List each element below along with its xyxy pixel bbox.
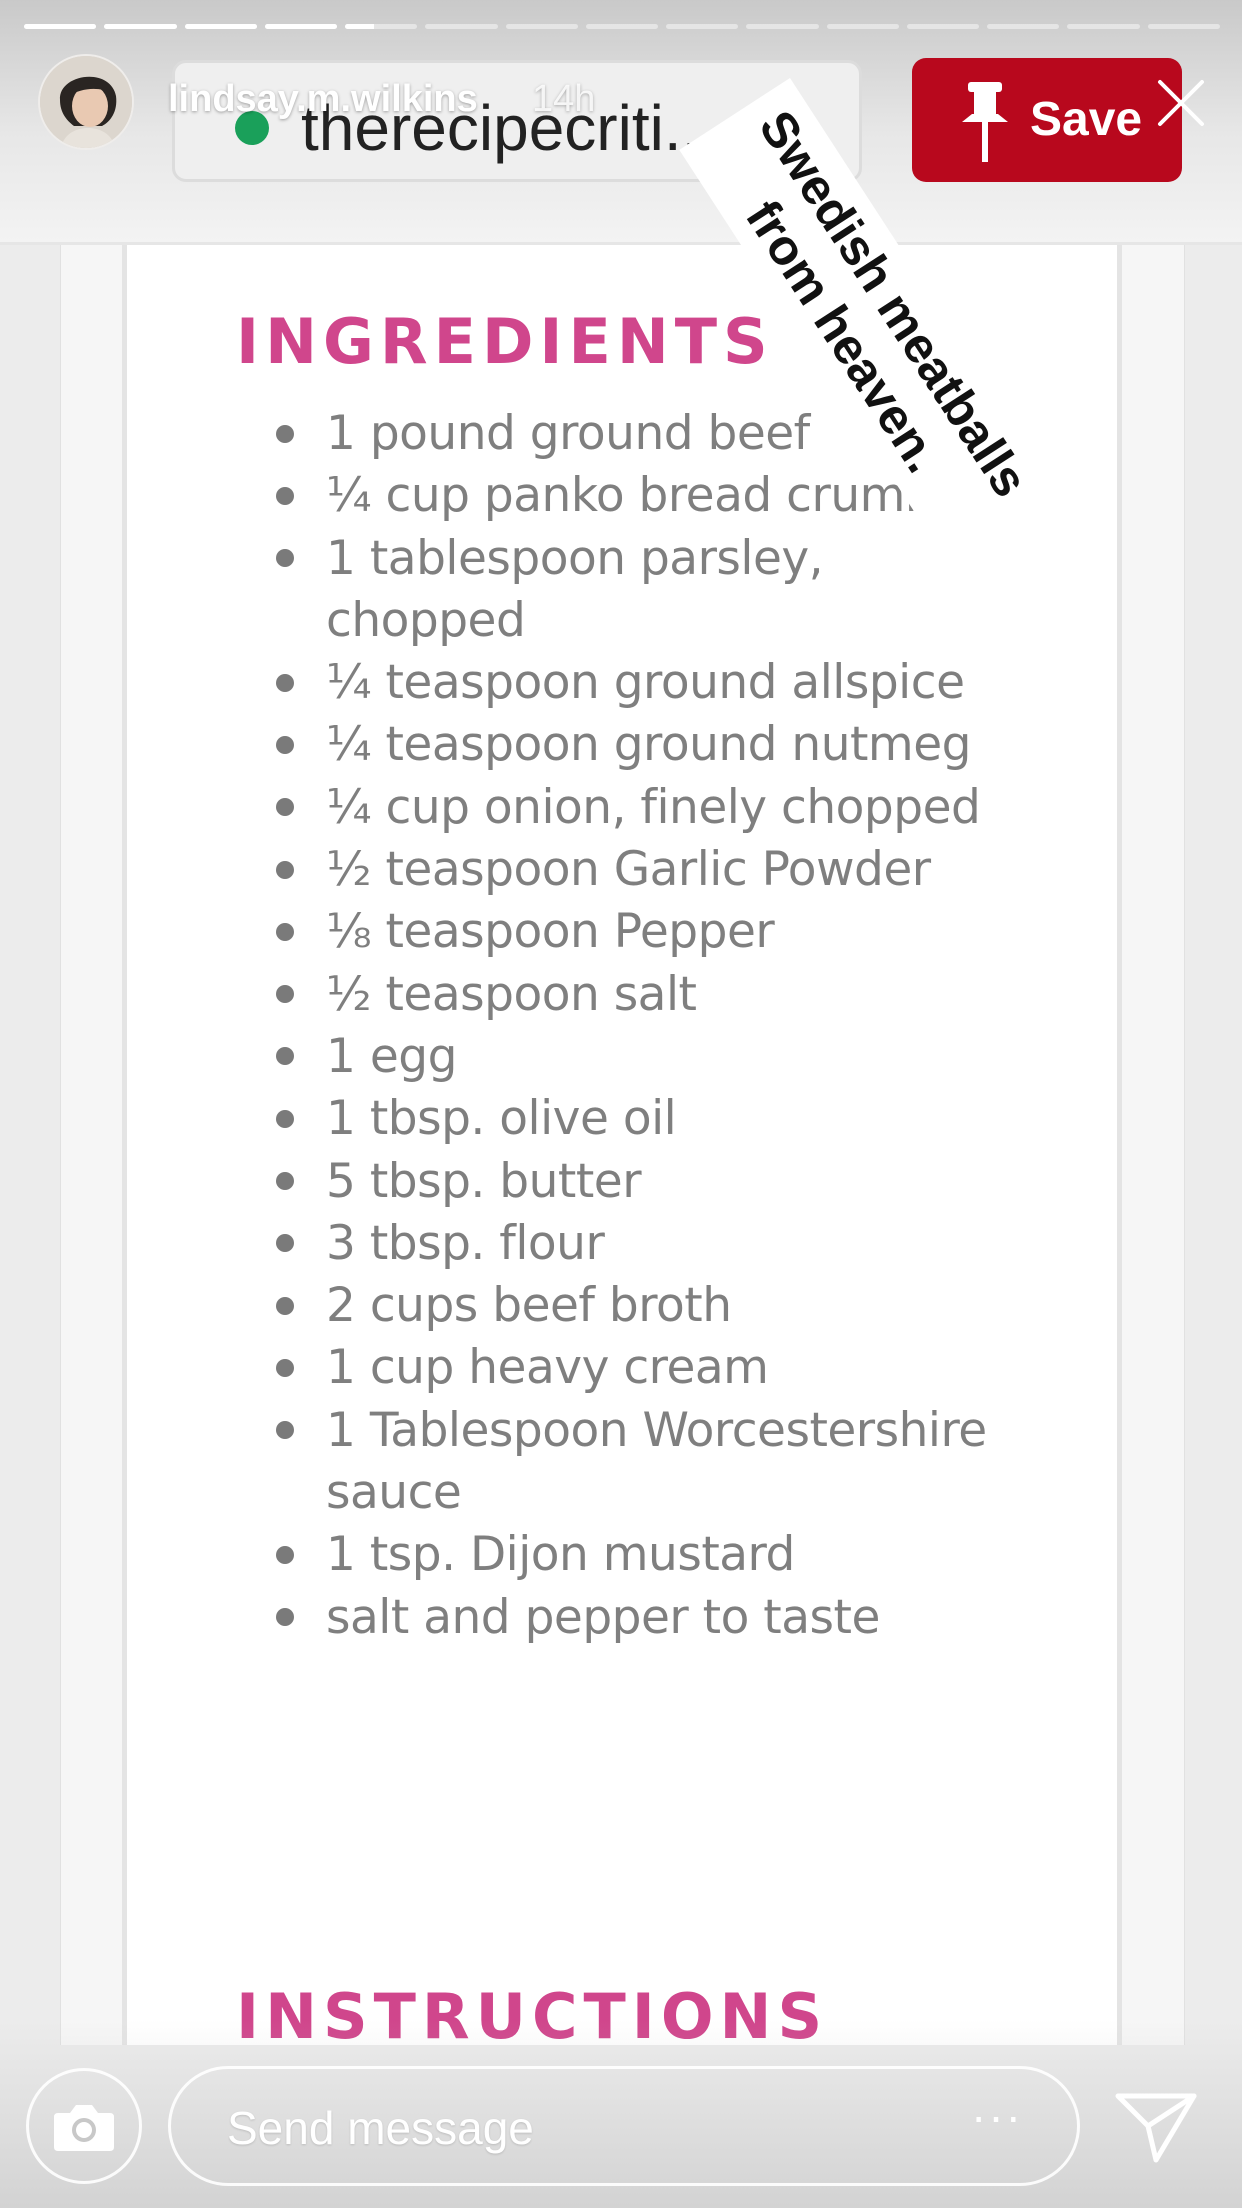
camera-icon [54,2105,114,2151]
progress-segment [666,24,739,29]
ingredient-item: ⅛ teaspoon Pepper [276,901,1036,963]
ingredient-text: ¼ teaspoon ground nutmeg [326,717,971,773]
progress-segment [906,24,980,29]
bullet-icon [276,403,326,465]
ingredient-item: salt and pepper to taste [276,1587,1036,1649]
ingredient-text: ¼ cup panko bread crumbs [326,468,959,524]
browser-toolbar: therecipecriti... Save [0,0,1242,245]
story-progress-bar [24,24,1220,30]
progress-segment [746,24,819,29]
ingredient-text: 5 tbsp. butter [326,1153,642,1209]
progress-segment [184,24,257,29]
ingredient-text: 1 tsp. Dijon mustard [326,1527,795,1583]
ingredient-item: 1 tablespoon parsley, chopped [276,528,1036,653]
ingredient-list: 1 pound ground beef ¼ cup panko bread cru… [276,403,1036,1649]
pinterest-save-button: Save [912,58,1182,182]
bullet-icon [276,465,326,527]
bullet-icon [276,714,326,776]
progress-segment [505,24,578,29]
progress-segment [987,24,1060,29]
avatar-image [40,56,132,148]
progress-segment [264,24,338,29]
ingredient-item: 1 tbsp. olive oil [276,1088,1036,1150]
paper-plane-icon[interactable] [1112,2086,1200,2168]
close-icon[interactable] [1154,76,1208,130]
ingredient-text: 1 tablespoon parsley, chopped [326,530,824,648]
story-timestamp: 14h [532,78,596,120]
ingredient-text: ¼ teaspoon ground allspice [326,655,965,711]
progress-segment [24,24,97,29]
pushpin-icon [962,82,1008,162]
bullet-icon [276,528,326,590]
progress-segment [425,24,498,29]
progress-segment [826,24,899,29]
send-message-input[interactable]: Send message ··· [168,2066,1080,2186]
bullet-icon [276,964,326,1026]
ingredient-text: salt and pepper to taste [326,1589,880,1645]
ingredient-item: 1 Tablespoon Worcestershire sauce [276,1400,1036,1525]
bullet-icon [276,1275,326,1337]
progress-segment [345,24,418,29]
ingredient-item: 5 tbsp. butter [276,1151,1036,1213]
ingredients-heading: INGREDIENTS [236,305,774,378]
message-placeholder: Send message [227,2102,534,2154]
ingredient-item: 1 cup heavy cream [276,1337,1036,1399]
ingredient-item: ¼ teaspoon ground nutmeg [276,714,1036,776]
ingredient-item: 1 tsp. Dijon mustard [276,1524,1036,1586]
progress-segment [104,24,177,29]
bullet-icon [276,1524,326,1586]
ingredient-text: ½ teaspoon salt [326,966,697,1022]
ingredient-text: 1 tbsp. olive oil [326,1091,677,1147]
ingredient-item: 3 tbsp. flour [276,1213,1036,1275]
progress-segment [1067,24,1140,29]
ingredient-text: 1 Tablespoon Worcestershire sauce [326,1402,987,1521]
ingredient-text: 3 tbsp. flour [326,1215,605,1271]
ingredient-text: 1 egg [326,1028,457,1084]
ingredient-item: ½ teaspoon salt [276,964,1036,1026]
save-label: Save [1030,93,1143,146]
ingredient-item: ½ teaspoon Garlic Powder [276,839,1036,901]
bullet-icon [276,1151,326,1213]
bullet-icon [276,839,326,901]
ingredient-item: ¼ cup onion, finely chopped [276,777,1036,839]
ingredient-item: ¼ teaspoon ground allspice [276,652,1036,714]
camera-button[interactable] [26,2068,142,2184]
story-background: INGREDIENTS 1 pound ground beef ¼ cup pan… [0,0,1242,2208]
bullet-icon [276,1026,326,1088]
progress-segment [1147,24,1220,29]
ingredient-text: ⅛ teaspoon Pepper [326,904,775,960]
ingredient-text: 1 pound ground beef [326,406,810,461]
bullet-icon [276,1400,326,1462]
ingredient-text: 1 cup heavy cream [326,1340,769,1396]
ingredient-item: 2 cups beef broth [276,1275,1036,1337]
ingredient-item: 1 egg [276,1026,1036,1088]
ingredient-text: ½ teaspoon Garlic Powder [326,842,931,898]
bullet-icon [276,1337,326,1399]
bullet-icon [276,652,326,714]
avatar[interactable] [38,54,134,150]
ingredient-text: 2 cups beef broth [326,1278,732,1334]
bullet-icon [276,1088,326,1150]
bullet-icon [276,901,326,963]
progress-segment [585,24,659,29]
story-username[interactable]: lindsay.m.wilkins [168,78,478,121]
bullet-icon [276,777,326,839]
ingredient-text: ¼ cup onion, finely chopped [326,779,981,835]
bullet-icon [276,1587,326,1649]
bullet-icon [276,1213,326,1275]
more-options-button[interactable]: ··· [971,2089,1023,2143]
